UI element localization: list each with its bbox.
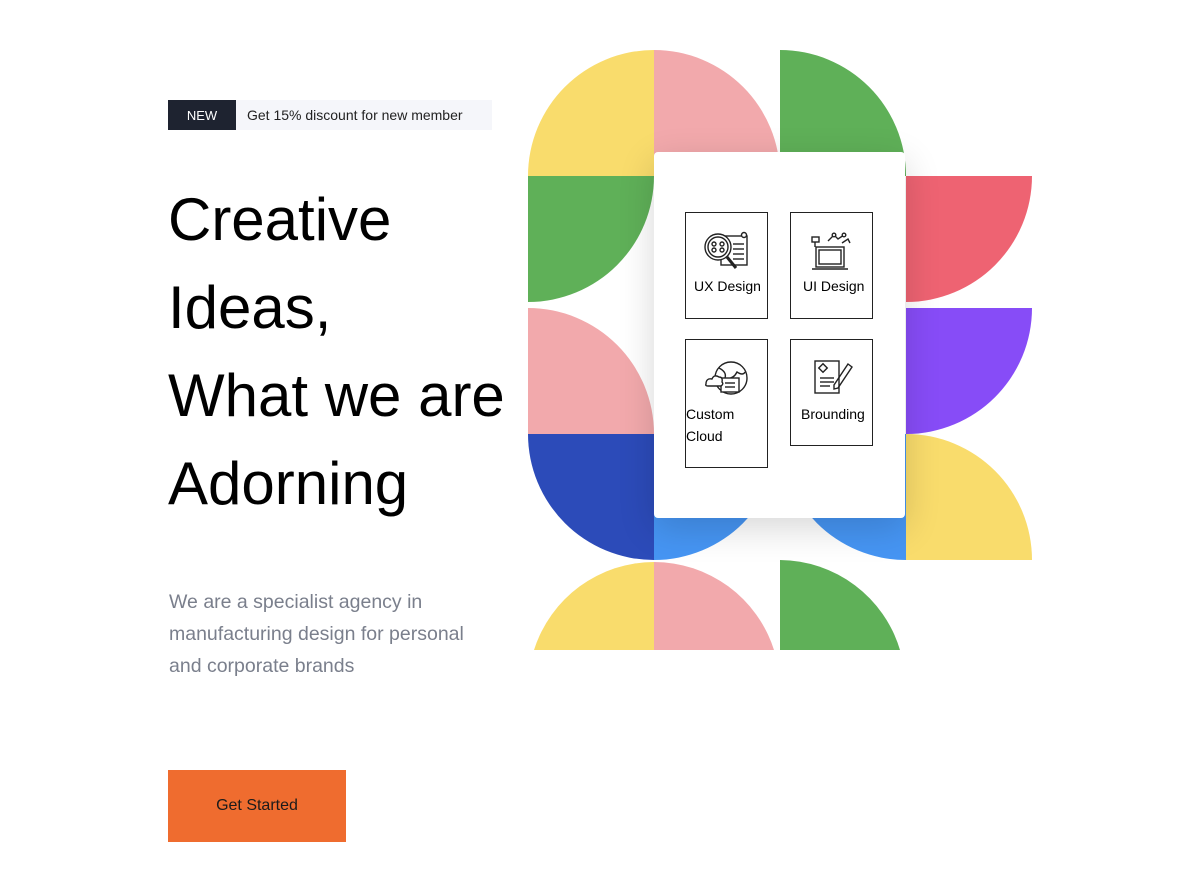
document-pencil-icon — [814, 360, 853, 394]
hero-headline: Creative Ideas, What we are Adorning — [168, 176, 505, 528]
shape-green-quarter — [528, 176, 654, 302]
shape-navy-quarter — [528, 434, 654, 560]
shape-yellow-quarter — [906, 434, 1032, 560]
service-tile-brounding[interactable]: Brounding — [790, 339, 873, 446]
monitor-tools-icon — [811, 232, 851, 270]
magnifier-document-icon — [704, 231, 748, 269]
promo-banner: NEW Get 15% discount for new member — [168, 100, 492, 130]
headline-line: Adorning — [168, 450, 409, 517]
service-tile-custom-cloud[interactable]: Custom Cloud — [685, 339, 768, 468]
shape-purple-quarter — [906, 308, 1032, 434]
services-card: UX Design UI Design Custom Cloud Broundi… — [654, 152, 905, 518]
shape-yellow-quarter — [528, 50, 654, 176]
service-label: Brounding — [801, 406, 865, 422]
service-label: UX Design — [694, 278, 761, 294]
headline-line: Ideas, — [168, 274, 332, 341]
headline-line: What we are — [168, 362, 505, 429]
service-tile-ux-design[interactable]: UX Design — [685, 212, 768, 319]
shape-green-quarter — [780, 560, 900, 650]
new-badge: NEW — [168, 100, 236, 130]
get-started-button[interactable]: Get Started — [168, 770, 346, 842]
shape-yellow-quarter — [534, 562, 654, 650]
service-tile-ui-design[interactable]: UI Design — [790, 212, 873, 319]
promo-text: Get 15% discount for new member — [247, 107, 463, 123]
service-label: Custom Cloud — [686, 406, 735, 444]
shape-pink-quarter — [654, 562, 774, 650]
globe-cloud-icon — [705, 361, 748, 395]
service-label: UI Design — [803, 278, 865, 294]
shape-pink-quarter — [528, 308, 654, 434]
shape-red-quarter — [906, 176, 1032, 302]
headline-line: Creative — [168, 186, 392, 253]
hero-description: We are a specialist agency in manufactur… — [169, 591, 464, 677]
